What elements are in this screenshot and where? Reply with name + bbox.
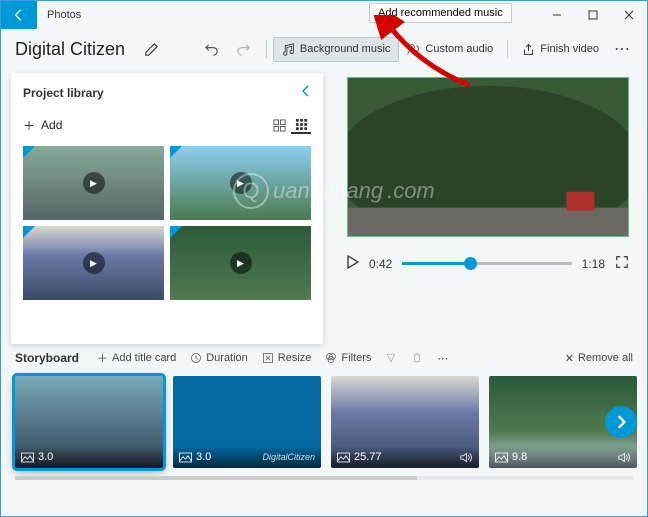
storyboard-clip[interactable]: 3.0 [15,376,163,468]
remove-all-button[interactable]: ✕Remove all [565,352,633,365]
volume-icon [618,452,631,463]
fullscreen-button[interactable] [615,255,629,272]
top-toolbar: Digital Citizen Background music Custom … [1,29,647,69]
library-clip[interactable]: ▶ [23,146,164,220]
titlebar: Photos [1,1,647,29]
project-library-panel: Project library ＋ Add ▶ ▶ ▶ ▶ [11,73,323,344]
library-title: Project library [23,86,104,100]
filters-icon [325,352,337,364]
video-preview[interactable] [347,77,629,237]
preview-area: 0:42 1:18 [323,69,647,344]
add-title-card-button[interactable]: ＋Add title card [97,350,176,366]
finish-video-button[interactable]: Finish video [514,38,607,61]
library-clip[interactable]: ▶ [23,226,164,300]
add-media-button[interactable]: ＋ Add [23,117,62,134]
image-icon [21,452,34,463]
finish-label: Finish video [540,43,599,55]
image-icon [495,452,508,463]
plus-icon: ＋ [97,350,108,366]
storyboard-section: Storyboard ＋Add title card Duration Resi… [1,344,647,468]
view-small-grid-button[interactable] [291,116,311,134]
resize-icon [262,352,274,364]
clip-more-button[interactable]: ⋯ [437,352,450,365]
horizontal-scrollbar[interactable] [15,476,633,480]
close-button[interactable] [611,1,647,29]
image-icon [337,452,350,463]
more-button[interactable]: ⋯ [607,33,639,65]
text-button[interactable] [385,352,397,364]
view-large-grid-button[interactable] [269,116,289,134]
next-clips-button[interactable] [605,406,637,438]
plus-icon: ＋ [23,117,35,134]
storyboard-clip[interactable]: 25.77 [331,376,479,468]
undo-button[interactable] [196,33,228,65]
window-controls [539,1,647,29]
current-time: 0:42 [369,257,392,271]
play-icon: ▶ [83,252,105,274]
text-icon [385,352,397,364]
play-button[interactable] [347,255,359,272]
storyboard-title: Storyboard [15,351,79,365]
trash-icon [411,352,423,364]
clip-duration: 3.0 [38,451,157,463]
resize-button[interactable]: Resize [262,352,312,364]
clock-icon [190,352,202,364]
add-label: Add [41,118,62,132]
x-icon: ✕ [565,352,574,365]
filters-button[interactable]: Filters [325,352,371,364]
play-icon: ▶ [83,172,105,194]
storyboard-clip[interactable]: 3.0 DigitalCitizen [173,376,321,468]
clips-row: 3.0 3.0 DigitalCitizen 25.77 9.8 [15,376,633,468]
project-name: Digital Citizen [15,39,125,60]
total-time: 1:18 [582,257,605,271]
music-icon [282,43,295,56]
redo-button[interactable] [228,33,260,65]
volume-icon [460,452,473,463]
maximize-button[interactable] [575,1,611,29]
library-clip[interactable]: ▶ [170,226,311,300]
minimize-button[interactable] [539,1,575,29]
clip-duration: 9.8 [512,451,614,463]
library-clip[interactable]: ▶ [170,146,311,220]
export-icon [522,43,535,56]
clip-duration: 25.77 [354,451,456,463]
seek-slider[interactable] [402,262,571,265]
image-icon [179,452,192,463]
clip-duration: 3.0 [196,451,258,463]
delete-clip-button[interactable] [411,352,423,364]
play-icon: ▶ [230,172,252,194]
edit-name-button[interactable] [135,33,167,65]
back-button[interactable] [1,1,37,29]
play-icon: ▶ [230,252,252,274]
collapse-library-button[interactable] [301,85,311,100]
duration-button[interactable]: Duration [190,352,248,364]
annotation-arrow [369,15,479,95]
